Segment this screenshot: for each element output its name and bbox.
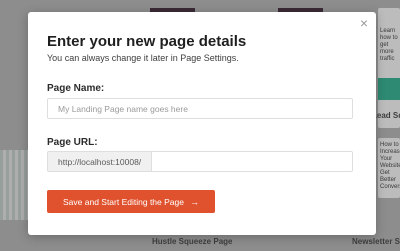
save-and-edit-label: Save and Start Editing the Page — [63, 196, 184, 207]
save-and-edit-button[interactable]: Save and Start Editing the Page → — [47, 190, 215, 213]
page-url-label: Page URL: — [47, 137, 98, 148]
template-thumbnail — [0, 150, 28, 220]
template-label: Lead Squ — [372, 111, 400, 120]
page-url-field: http://localhost:10008/ — [47, 151, 353, 172]
close-icon[interactable]: × — [360, 15, 368, 31]
new-page-dialog: × Enter your new page details You can al… — [28, 12, 376, 235]
template-thumbnail: How to Increase Your Website Get Better … — [378, 138, 400, 198]
template-label: Newsletter Squeez — [352, 237, 400, 246]
page-name-label: Page Name: — [47, 83, 105, 94]
template-label: Hustle Squeeze Page — [152, 237, 233, 246]
template-thumbnail: Learn how to get more traffic — [378, 8, 400, 128]
template-thumbnail-image — [378, 78, 400, 100]
thumbnail-text: Learn how to get more traffic — [380, 28, 398, 62]
dialog-subtitle: You can always change it later in Page S… — [47, 53, 239, 63]
url-prefix: http://localhost:10008/ — [48, 152, 153, 171]
thumbnail-text: How to Increase Your Website Get Better … — [380, 142, 400, 190]
dialog-title: Enter your new page details — [47, 33, 247, 50]
page-url-input[interactable] — [152, 152, 352, 171]
page-name-input[interactable] — [47, 98, 353, 119]
arrow-right-icon: → — [189, 196, 199, 207]
